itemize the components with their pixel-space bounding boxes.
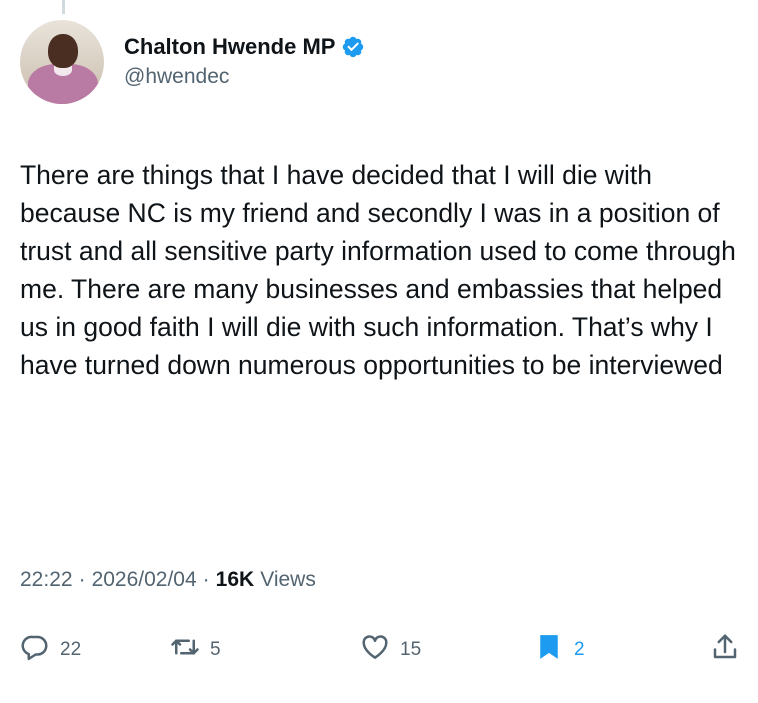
like-button[interactable]: 15	[360, 632, 421, 668]
author-name[interactable]: Chalton Hwende MP	[124, 33, 335, 61]
bookmark-icon	[534, 632, 564, 668]
repost-icon	[170, 632, 200, 668]
heart-icon	[360, 632, 390, 668]
views-label: Views	[260, 568, 316, 591]
avatar[interactable]	[20, 20, 104, 104]
repost-button[interactable]: 5	[170, 632, 221, 668]
bookmark-button[interactable]: 2	[534, 632, 585, 668]
tweet-date[interactable]: 2026/02/04	[92, 568, 197, 592]
meta-separator: ·	[78, 568, 86, 591]
reply-count: 22	[60, 639, 82, 660]
author-handle[interactable]: @hwendec	[124, 63, 365, 91]
share-icon	[710, 632, 740, 668]
share-button[interactable]	[710, 632, 740, 668]
views-count[interactable]: 16K	[216, 568, 255, 592]
like-count: 15	[400, 639, 422, 660]
reply-icon	[20, 632, 50, 668]
meta-separator: ·	[202, 568, 210, 591]
tweet-time[interactable]: 22:22	[20, 568, 73, 592]
user-info: Chalton Hwende MP @hwendec	[124, 33, 365, 91]
tweet-header: Chalton Hwende MP @hwendec	[20, 20, 365, 104]
verified-badge-icon	[341, 35, 365, 59]
tweet-meta: 22:22 · 2026/02/04 · 16K Views	[20, 568, 316, 592]
tweet-text: There are things that I have decided tha…	[20, 160, 736, 380]
bookmark-count: 2	[574, 639, 585, 660]
repost-count: 5	[210, 639, 221, 660]
reply-button[interactable]: 22	[20, 632, 81, 668]
thread-connector-line	[62, 0, 65, 14]
action-bar: 22 5 15 2	[20, 632, 740, 668]
